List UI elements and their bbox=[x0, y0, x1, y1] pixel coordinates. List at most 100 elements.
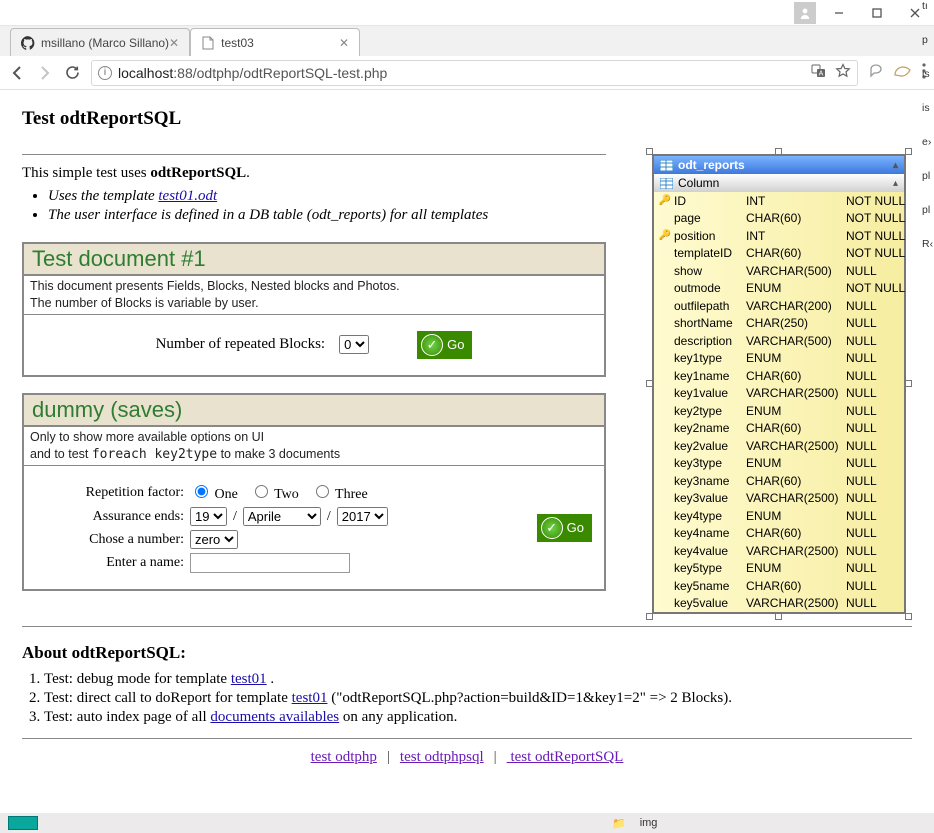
schema-row: key4valueVARCHAR(2500)NULL bbox=[654, 542, 904, 560]
column-name: outfilepath bbox=[674, 299, 746, 313]
about-link[interactable]: documents availables bbox=[210, 709, 339, 725]
column-name: key2name bbox=[674, 421, 746, 435]
repetition-option[interactable]: Two bbox=[250, 482, 299, 503]
column-null: NULL bbox=[846, 421, 906, 435]
go-button-panel2[interactable]: ✓ Go bbox=[537, 514, 592, 542]
schema-row: 🔑positionINTNOT NULL bbox=[654, 227, 904, 245]
chrome-menu-button[interactable] bbox=[922, 63, 926, 83]
repetition-option[interactable]: Three bbox=[311, 482, 368, 503]
about-list: Test: debug mode for template test01 .Te… bbox=[44, 671, 912, 726]
about-list-item: Test: auto index page of all documents a… bbox=[44, 709, 912, 726]
column-type: ENUM bbox=[746, 281, 846, 295]
window-minimize-button[interactable] bbox=[820, 0, 858, 26]
column-null: NULL bbox=[846, 316, 906, 330]
column-type: CHAR(60) bbox=[746, 421, 846, 435]
schema-row: key1typeENUMNULL bbox=[654, 350, 904, 368]
repetition-option[interactable]: One bbox=[190, 482, 238, 503]
go-button-panel1[interactable]: ✓ Go bbox=[417, 331, 472, 359]
taskbar-fragment: 📁img bbox=[0, 813, 934, 833]
address-bar[interactable]: i localhost:88/odtphp/odtReportSQL-test.… bbox=[91, 60, 858, 86]
column-null: NULL bbox=[846, 474, 906, 488]
column-null: NULL bbox=[846, 334, 906, 348]
column-type: VARCHAR(2500) bbox=[746, 596, 846, 610]
column-type: VARCHAR(500) bbox=[746, 264, 846, 278]
url-port: :88 bbox=[173, 65, 192, 81]
column-name: key3value bbox=[674, 491, 746, 505]
enter-name-input[interactable] bbox=[190, 553, 350, 573]
template-link[interactable]: test01.odt bbox=[158, 188, 217, 204]
assurance-day-select[interactable]: 19 bbox=[190, 507, 227, 526]
window-titlebar bbox=[0, 0, 934, 26]
column-type: INT bbox=[746, 229, 846, 243]
column-null: NULL bbox=[846, 264, 906, 278]
extension-icon-2[interactable] bbox=[894, 64, 912, 82]
table-icon bbox=[660, 178, 673, 189]
about-link[interactable]: test01 bbox=[292, 690, 328, 706]
intro-list: Uses the template test01.odtThe user int… bbox=[48, 188, 606, 224]
schema-row: showVARCHAR(500)NULL bbox=[654, 262, 904, 280]
footer-link[interactable]: test odtphp bbox=[311, 749, 377, 765]
browser-tab[interactable]: msillano (Marco Sillano)✕ bbox=[10, 28, 190, 56]
forward-button bbox=[36, 64, 54, 82]
page-icon bbox=[201, 36, 215, 50]
column-type: CHAR(60) bbox=[746, 211, 846, 225]
panel-dummy-saves: dummy (saves) Only to show more availabl… bbox=[22, 393, 606, 591]
assurance-ends-label: Assurance ends: bbox=[34, 509, 184, 525]
chose-number-select[interactable]: zero bbox=[190, 530, 238, 549]
window-maximize-button[interactable] bbox=[858, 0, 896, 26]
check-icon: ✓ bbox=[541, 517, 563, 539]
schema-row: key4typeENUMNULL bbox=[654, 507, 904, 525]
column-name: key5name bbox=[674, 579, 746, 593]
tab-close-button[interactable]: ✕ bbox=[339, 36, 349, 50]
translate-icon[interactable]: A bbox=[811, 63, 827, 82]
panel-description: This document presents Fields, Blocks, N… bbox=[24, 276, 604, 315]
column-null: NULL bbox=[846, 491, 906, 505]
column-null: NULL bbox=[846, 351, 906, 365]
schema-row: pageCHAR(60)NOT NULL bbox=[654, 210, 904, 228]
extension-icon-1[interactable] bbox=[868, 63, 884, 83]
panel-test-document: Test document #1 This document presents … bbox=[22, 242, 606, 377]
schema-row: key5valueVARCHAR(2500)NULL bbox=[654, 595, 904, 613]
column-type: CHAR(60) bbox=[746, 246, 846, 260]
column-type: VARCHAR(2500) bbox=[746, 544, 846, 558]
collapse-icon[interactable]: ▴ bbox=[893, 178, 898, 189]
reload-button[interactable] bbox=[64, 64, 81, 81]
column-null: NOT NULL bbox=[846, 246, 906, 260]
site-info-icon[interactable]: i bbox=[98, 66, 112, 80]
column-name: key1value bbox=[674, 386, 746, 400]
browser-tab[interactable]: test03✕ bbox=[190, 28, 360, 56]
page-title: Test odtReportSQL bbox=[22, 108, 912, 130]
bookmark-star-icon[interactable] bbox=[835, 63, 851, 82]
repetition-factor-label: Repetition factor: bbox=[34, 485, 184, 501]
panel-title: Test document #1 bbox=[24, 244, 604, 276]
column-name: key3type bbox=[674, 456, 746, 470]
github-icon bbox=[21, 36, 35, 50]
column-name: key2type bbox=[674, 404, 746, 418]
column-null: NULL bbox=[846, 369, 906, 383]
window-close-button[interactable] bbox=[896, 0, 934, 26]
page-content: Test odtReportSQL This simple test uses … bbox=[0, 90, 934, 788]
column-type: ENUM bbox=[746, 456, 846, 470]
repeated-blocks-select[interactable]: 0 bbox=[339, 335, 369, 354]
footer-link[interactable]: test odtReportSQL bbox=[507, 749, 624, 765]
back-button[interactable] bbox=[8, 64, 26, 82]
column-name: key1name bbox=[674, 369, 746, 383]
column-name: page bbox=[674, 211, 746, 225]
column-type: VARCHAR(500) bbox=[746, 334, 846, 348]
schema-row: 🔑IDINTNOT NULL bbox=[654, 192, 904, 210]
assurance-year-select[interactable]: 2017 bbox=[337, 507, 388, 526]
svg-text:A: A bbox=[819, 71, 824, 78]
schema-row: key2typeENUMNULL bbox=[654, 402, 904, 420]
schema-row: key3typeENUMNULL bbox=[654, 455, 904, 473]
tab-close-button[interactable]: ✕ bbox=[169, 36, 179, 50]
intro-text: This simple test uses odtReportSQL. bbox=[22, 165, 606, 182]
assurance-month-select[interactable]: Aprile bbox=[243, 507, 321, 526]
footer-link[interactable]: test odtphpsql bbox=[400, 749, 484, 765]
collapse-icon[interactable]: ▴ bbox=[893, 160, 898, 171]
intro-list-item: Uses the template test01.odt bbox=[48, 188, 606, 205]
repetition-radios: One Two Three bbox=[190, 482, 368, 503]
repeated-blocks-label: Number of repeated Blocks: bbox=[156, 336, 326, 353]
about-link[interactable]: test01 bbox=[231, 671, 267, 687]
chrome-profile-avatar[interactable] bbox=[794, 2, 816, 24]
column-type: INT bbox=[746, 194, 846, 208]
